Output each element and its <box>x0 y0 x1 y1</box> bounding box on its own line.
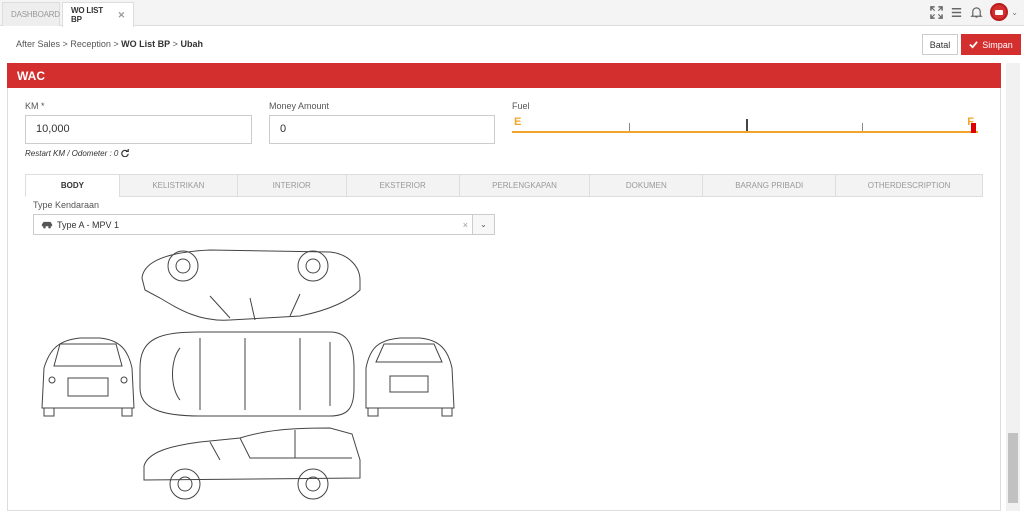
batal-button[interactable]: Batal <box>922 34 958 55</box>
fuel-gauge-track <box>512 131 978 133</box>
wac-tabs: BODY KELISTRIKAN INTERIOR EKSTERIOR PERL… <box>25 174 983 197</box>
vehicle-rear-view[interactable] <box>365 337 455 417</box>
tab-dashboard-label: DASHBOARD <box>11 10 60 19</box>
fuel-tick-half <box>746 119 748 131</box>
vehicle-body-diagram[interactable] <box>30 238 470 508</box>
car-icon <box>41 221 53 229</box>
top-toolbar: ⌄ <box>930 3 1018 21</box>
menu-icon[interactable] <box>950 6 963 19</box>
breadcrumb: After Sales > Reception > WO List BP > U… <box>16 39 203 49</box>
km-label: KM * <box>25 101 45 111</box>
tab-eksterior[interactable]: EKSTERIOR <box>345 174 460 197</box>
vehicle-plan-view[interactable] <box>139 331 355 417</box>
breadcrumb-reception[interactable]: Reception <box>70 39 111 49</box>
fuel-tick <box>629 123 630 131</box>
type-kendaraan-select[interactable]: Type A - MPV 1 × ⌄ <box>33 214 495 235</box>
chevron-down-icon[interactable]: ⌄ <box>1011 8 1018 17</box>
km-input[interactable]: 10,000 <box>25 115 252 144</box>
breadcrumb-sep: > <box>62 39 68 49</box>
vehicle-side-top-view[interactable] <box>141 249 361 321</box>
tab-bar: DASHBOARD WO LIST BP ✕ ⌄ <box>0 0 1024 27</box>
fuel-slider-handle[interactable] <box>971 123 976 133</box>
close-icon[interactable]: ✕ <box>118 10 126 21</box>
refresh-icon[interactable] <box>120 149 129 158</box>
breadcrumb-ubah: Ubah <box>180 39 203 49</box>
breadcrumb-sep: > <box>113 39 119 49</box>
vehicle-front-view[interactable] <box>41 337 135 417</box>
simpan-button-label: Simpan <box>982 39 1013 50</box>
clear-icon[interactable]: × <box>463 220 468 230</box>
type-kendaraan-label: Type Kendaraan <box>33 200 100 210</box>
fuel-label: Fuel <box>512 101 530 111</box>
fuel-gauge[interactable]: E F <box>512 114 978 138</box>
avatar[interactable] <box>990 3 1009 21</box>
simpan-button[interactable]: Simpan <box>961 34 1021 55</box>
breadcrumb-after-sales[interactable]: After Sales <box>16 39 60 49</box>
money-amount-label: Money Amount <box>269 101 330 111</box>
page-scrollbar[interactable] <box>1006 63 1020 511</box>
check-icon <box>969 41 979 49</box>
chevron-down-icon[interactable]: ⌄ <box>472 215 494 234</box>
tab-otherdescription[interactable]: OTHERDESCRIPTION <box>835 174 983 197</box>
tab-dashboard[interactable]: DASHBOARD <box>2 2 60 26</box>
restart-odometer[interactable]: Restart KM / Odometer : 0 <box>25 149 129 158</box>
breadcrumb-wo-list-bp[interactable]: WO List BP <box>121 39 170 49</box>
fullscreen-icon[interactable] <box>930 5 944 19</box>
restart-odometer-label: Restart KM / Odometer : 0 <box>25 149 119 158</box>
bell-icon[interactable] <box>970 6 983 19</box>
money-amount-input[interactable]: 0 <box>269 115 495 144</box>
tab-wo-list-bp[interactable]: WO LIST BP ✕ <box>62 2 134 27</box>
scrollbar-thumb[interactable] <box>1008 433 1018 503</box>
tab-wo-list-bp-label: WO LIST BP <box>71 6 103 24</box>
fuel-empty-label: E <box>514 116 522 128</box>
tab-interior[interactable]: INTERIOR <box>236 174 347 197</box>
panel-title: WAC <box>7 63 1001 88</box>
tab-body[interactable]: BODY <box>25 174 120 197</box>
tab-dokumen[interactable]: DOKUMEN <box>589 174 704 197</box>
tab-kelistrikan[interactable]: KELISTRIKAN <box>118 174 238 197</box>
type-kendaraan-value: Type A - MPV 1 <box>57 219 120 230</box>
tab-barang-pribadi[interactable]: BARANG PRIBADI <box>702 174 837 197</box>
fuel-tick <box>862 123 863 131</box>
batal-button-label: Batal <box>929 39 951 50</box>
vehicle-side-bottom-view[interactable] <box>143 427 361 500</box>
breadcrumb-sep: > <box>172 39 178 49</box>
tab-perlengkapan[interactable]: PERLENGKAPAN <box>458 174 591 197</box>
